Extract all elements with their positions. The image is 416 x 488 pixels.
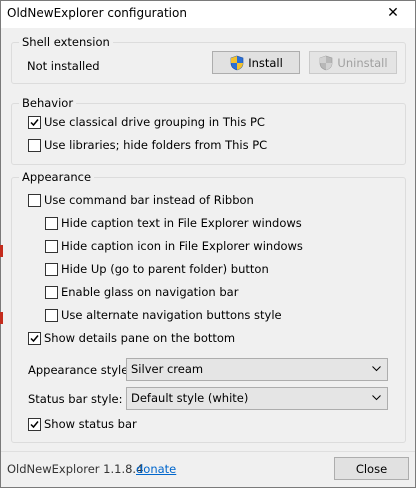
show-status-bar-checkbox[interactable] (28, 418, 41, 431)
behavior-group (11, 103, 406, 165)
footer-divider (1, 451, 415, 452)
uac-shield-icon (318, 55, 334, 71)
background-window-strip (0, 312, 3, 324)
background-window-strip (0, 245, 3, 257)
install-button-label: Install (248, 55, 283, 70)
close-button[interactable]: Close (334, 457, 409, 480)
close-button-label: Close (355, 461, 388, 476)
command-bar-label: Use command bar instead of Ribbon (44, 193, 254, 207)
hide-caption-icon-checkbox[interactable] (45, 240, 58, 253)
status-bar-style-select[interactable]: Default style (white) (126, 387, 388, 410)
show-status-bar-label: Show status bar (44, 417, 137, 431)
appearance-style-label: Appearance style: (28, 363, 133, 377)
enable-glass-checkbox[interactable] (45, 286, 58, 299)
donate-link[interactable]: donate (136, 462, 176, 476)
hide-caption-text-label: Hide caption text in File Explorer windo… (61, 216, 302, 230)
appearance-group-title: Appearance (19, 170, 95, 184)
status-bar-style-label: Status bar style: (28, 392, 123, 406)
uninstall-button-label: Uninstall (337, 55, 388, 70)
classical-drive-grouping-label: Use classical drive grouping in This PC (44, 115, 265, 129)
shell-extension-status: Not installed (27, 59, 100, 73)
appearance-style-value: Silver cream (131, 362, 204, 376)
status-bar-style-value: Default style (white) (131, 391, 249, 405)
window-title: OldNewExplorer configuration (7, 6, 187, 20)
details-pane-bottom-checkbox[interactable] (28, 332, 41, 345)
use-libraries-label: Use libraries; hide folders from This PC (44, 138, 268, 152)
uninstall-button[interactable]: Uninstall (309, 51, 397, 74)
hide-up-button-checkbox[interactable] (45, 263, 58, 276)
command-bar-checkbox[interactable] (28, 194, 41, 207)
shell-extension-group-title: Shell extension (19, 35, 113, 49)
alternate-nav-buttons-checkbox[interactable] (45, 309, 58, 322)
hide-caption-icon-label: Hide caption icon in File Explorer windo… (61, 239, 303, 253)
close-window-icon[interactable]: ✕ (383, 3, 403, 23)
checkmark-icon (30, 421, 39, 429)
checkmark-icon (30, 335, 39, 343)
chevron-down-icon (372, 366, 381, 372)
uac-shield-icon (229, 55, 245, 71)
appearance-style-select[interactable]: Silver cream (126, 358, 388, 381)
behavior-group-title: Behavior (19, 96, 77, 110)
chevron-down-icon (372, 395, 381, 401)
classical-drive-grouping-checkbox[interactable] (28, 116, 41, 129)
enable-glass-label: Enable glass on navigation bar (61, 285, 239, 299)
hide-caption-text-checkbox[interactable] (45, 217, 58, 230)
checkmark-icon (30, 119, 39, 127)
install-button[interactable]: Install (212, 51, 300, 74)
details-pane-bottom-label: Show details pane on the bottom (44, 331, 236, 345)
hide-up-button-label: Hide Up (go to parent folder) button (61, 262, 269, 276)
use-libraries-checkbox[interactable] (28, 139, 41, 152)
alternate-nav-buttons-label: Use alternate navigation buttons style (61, 308, 282, 322)
version-text: OldNewExplorer 1.1.8.4 (7, 462, 144, 476)
